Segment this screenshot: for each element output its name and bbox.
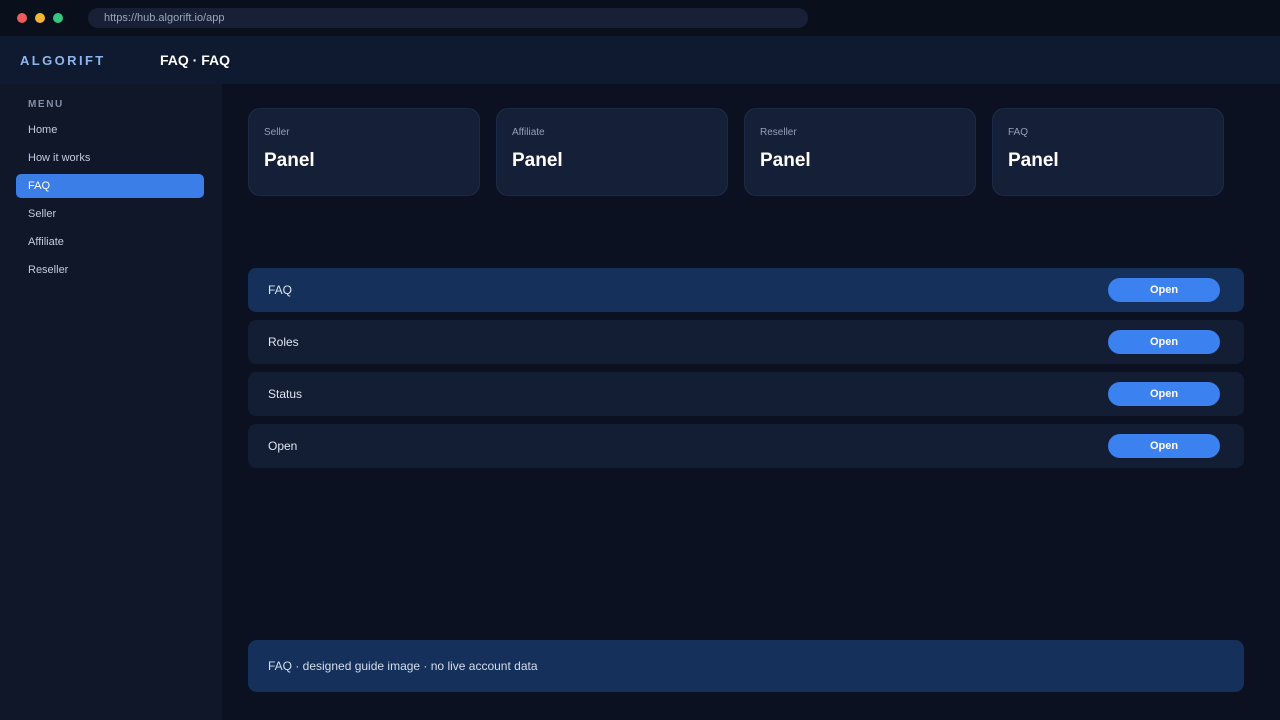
row-label: Roles	[268, 335, 299, 349]
sidebar-item-home[interactable]: Home	[16, 118, 204, 142]
sidebar-item-seller[interactable]: Seller	[16, 202, 204, 226]
card-label: Seller	[264, 127, 290, 138]
footer-note: FAQ · designed guide image · no live acc…	[248, 640, 1244, 692]
row-label: Status	[268, 387, 303, 401]
stat-card-seller: Seller Panel	[248, 108, 480, 196]
app-header: ALGORIFT FAQ · FAQ	[0, 36, 1280, 84]
page-title: FAQ · FAQ	[160, 52, 230, 68]
maximize-window-dot[interactable]	[53, 13, 63, 23]
sidebar: MENU Home How it works FAQ Seller Affili…	[0, 84, 222, 720]
row-label: FAQ	[268, 283, 293, 297]
list-row-roles: Roles Open	[248, 320, 1244, 364]
list-row-status: Status Open	[248, 372, 1244, 416]
stat-card-affiliate: Affiliate Panel	[496, 108, 728, 196]
card-value: Panel	[264, 150, 315, 171]
card-value: Panel	[512, 150, 563, 171]
sidebar-item-faq[interactable]: FAQ	[16, 174, 204, 198]
card-label: Affiliate	[512, 127, 545, 138]
card-label: Reseller	[760, 127, 797, 138]
browser-chrome: https://hub.algorift.io/app	[0, 0, 1280, 36]
list-row-faq: FAQ Open	[248, 268, 1244, 312]
open-button[interactable]: Open	[1108, 382, 1220, 406]
row-label: Open	[268, 439, 298, 453]
card-value: Panel	[1008, 150, 1059, 171]
open-button[interactable]: Open	[1108, 434, 1220, 458]
close-window-dot[interactable]	[17, 13, 27, 23]
stat-card-faq: FAQ Panel	[992, 108, 1224, 196]
sidebar-item-how-it-works[interactable]: How it works	[16, 146, 204, 170]
main-content: Seller Panel Affiliate Panel Reseller Pa…	[222, 84, 1280, 720]
sidebar-item-reseller[interactable]: Reseller	[16, 258, 204, 282]
sidebar-item-affiliate[interactable]: Affiliate	[16, 230, 204, 254]
stat-card-reseller: Reseller Panel	[744, 108, 976, 196]
card-label: FAQ	[1008, 127, 1029, 138]
sidebar-heading: MENU	[28, 99, 64, 110]
card-value: Panel	[760, 150, 811, 171]
list-row-open: Open Open	[248, 424, 1244, 468]
address-bar[interactable]: https://hub.algorift.io/app	[88, 8, 808, 28]
open-button[interactable]: Open	[1108, 278, 1220, 302]
brand-logo[interactable]: ALGORIFT	[20, 53, 106, 68]
minimize-window-dot[interactable]	[35, 13, 45, 23]
open-button[interactable]: Open	[1108, 330, 1220, 354]
